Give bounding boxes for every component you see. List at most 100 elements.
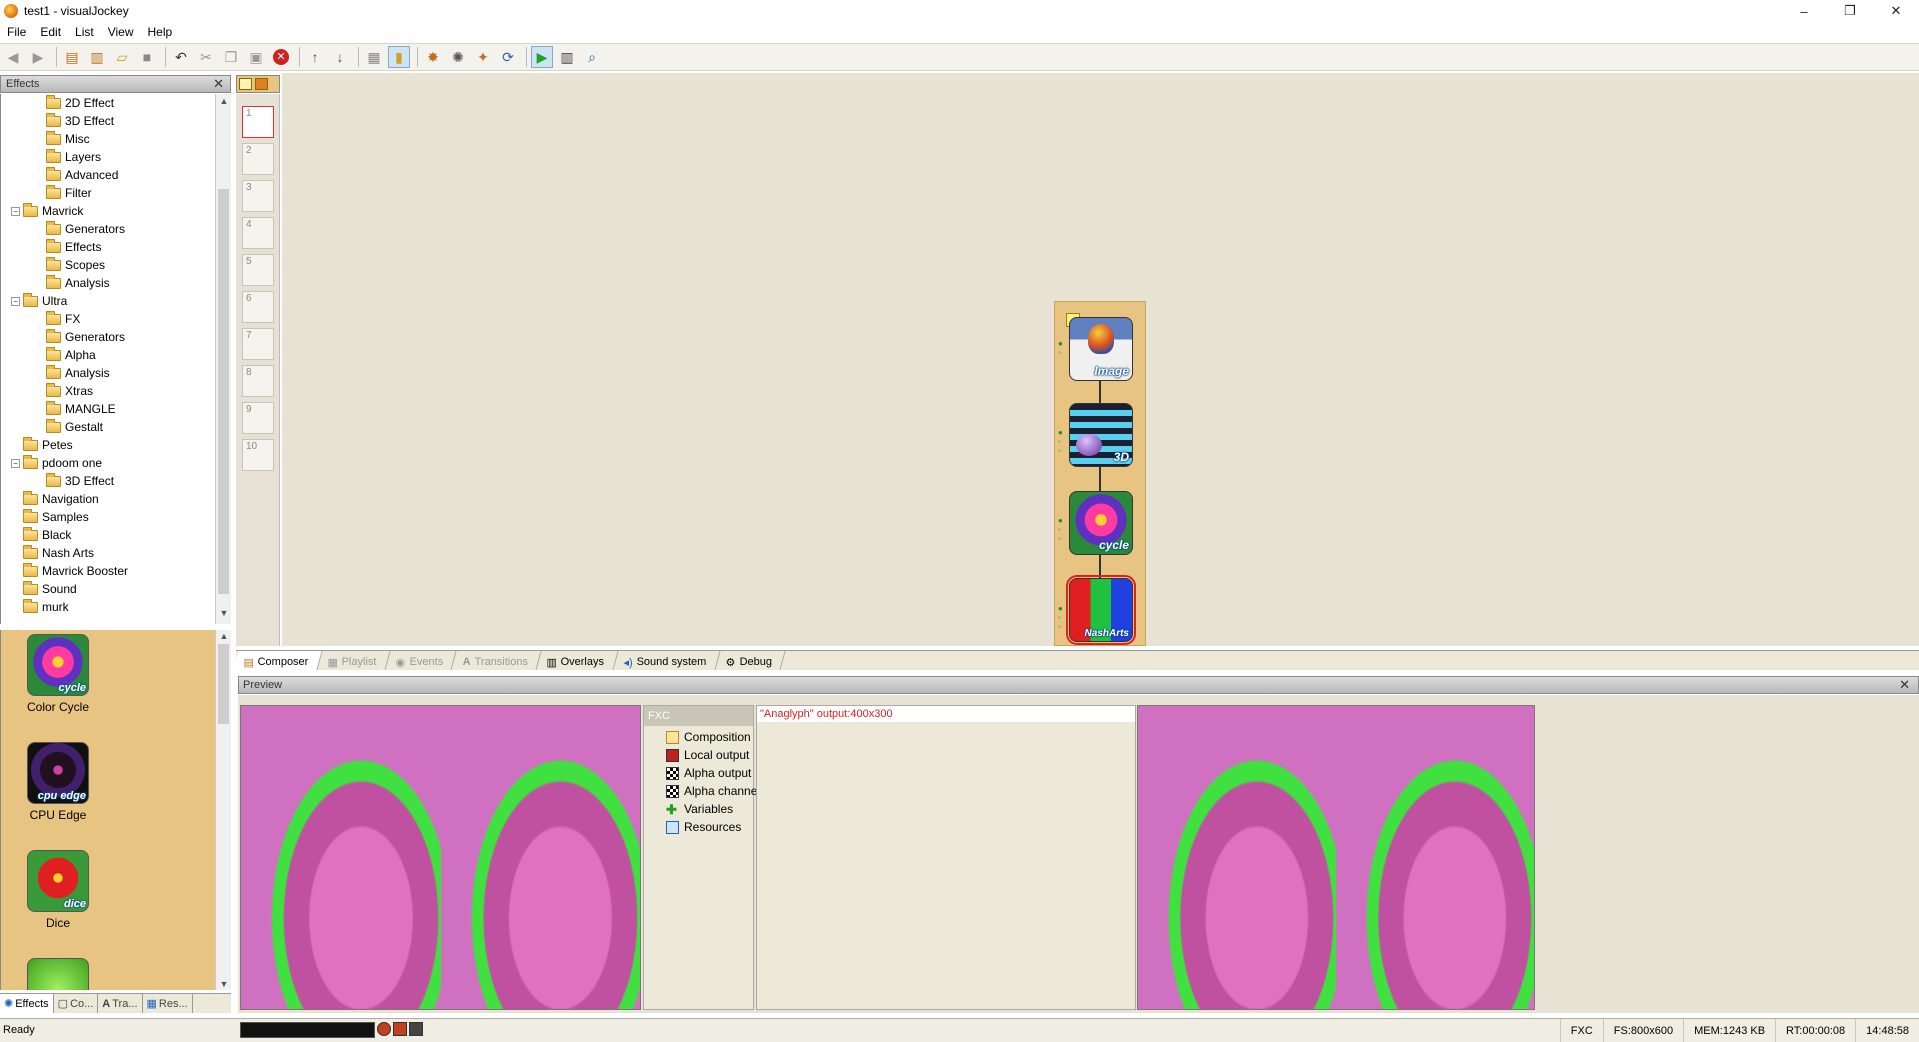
menu-help[interactable]: Help bbox=[141, 25, 180, 39]
properties-icon[interactable]: ▦ bbox=[363, 46, 385, 68]
effect-wizard-icon[interactable]: ✦ bbox=[472, 46, 494, 68]
minimize-button[interactable]: – bbox=[1781, 0, 1827, 22]
fxc-item-variables[interactable]: ✚ Variables bbox=[666, 800, 733, 818]
new-icon[interactable]: ▤ bbox=[61, 46, 83, 68]
layer-slot[interactable]: 3 bbox=[242, 180, 274, 212]
monitor-icon[interactable] bbox=[409, 1022, 423, 1036]
tab-events[interactable]: ◉ Events bbox=[385, 651, 458, 670]
fxc-item-composition[interactable]: Composition bbox=[666, 728, 751, 746]
tree-item[interactable]: Effects bbox=[46, 238, 101, 256]
tab-compositions[interactable]: ▢ Co... bbox=[54, 994, 99, 1013]
tree-item[interactable]: Analysis bbox=[46, 274, 110, 292]
tab-playlist[interactable]: ▦ Playlist bbox=[317, 651, 391, 670]
scroll-up-icon[interactable]: ▲ bbox=[216, 96, 232, 110]
tab-debug[interactable]: ⚙ Debug bbox=[715, 651, 786, 670]
tree-item[interactable]: Samples bbox=[11, 508, 89, 526]
tree-item[interactable]: Advanced bbox=[46, 166, 118, 184]
layer-slot[interactable]: 8 bbox=[242, 365, 274, 397]
effect-settings-icon[interactable]: ✸ bbox=[422, 46, 444, 68]
tree-item[interactable]: Analysis bbox=[46, 364, 110, 382]
tree-item[interactable]: Misc bbox=[46, 130, 90, 148]
strip-toggle-icon[interactable] bbox=[255, 78, 268, 90]
menu-view[interactable]: View bbox=[101, 25, 141, 39]
layer-slot[interactable]: 10 bbox=[242, 439, 274, 471]
close-icon[interactable]: ✕ bbox=[213, 76, 224, 92]
search-icon[interactable]: ⌕ bbox=[581, 46, 603, 68]
node-cycle[interactable]: cycle bbox=[1069, 491, 1133, 555]
play-icon[interactable]: ▶ bbox=[531, 46, 553, 68]
effects-tree-scrollbar[interactable]: ▲ ▼ bbox=[215, 94, 231, 624]
tree-item[interactable]: Alpha bbox=[46, 346, 96, 364]
thumbnail-cpu-edge[interactable]: cpu edge CPU Edge bbox=[15, 742, 101, 822]
new-template-icon[interactable]: ▥ bbox=[86, 46, 108, 68]
tab-overlays[interactable]: ▥ Overlays bbox=[536, 651, 619, 670]
close-icon[interactable]: ✕ bbox=[1899, 677, 1910, 693]
node-nasharts[interactable]: NashArts bbox=[1066, 575, 1136, 645]
layer-slot[interactable]: 9 bbox=[242, 402, 274, 434]
refresh-icon[interactable]: ⟳ bbox=[497, 46, 519, 68]
menu-edit[interactable]: Edit bbox=[33, 25, 68, 39]
tree-item[interactable]: Generators bbox=[46, 328, 125, 346]
tree-item[interactable]: Scopes bbox=[46, 256, 105, 274]
tree-item[interactable]: MANGLE bbox=[46, 400, 116, 418]
notes-icon[interactable]: ▮ bbox=[388, 46, 410, 68]
layer-slot[interactable]: 7 bbox=[242, 328, 274, 360]
layer-slot[interactable]: 4 bbox=[242, 217, 274, 249]
collapse-icon[interactable]: − bbox=[11, 206, 20, 216]
fxc-item-alpha-output[interactable]: Alpha output bbox=[666, 764, 751, 782]
tree-item[interactable]: Navigation bbox=[11, 490, 99, 508]
tab-transitions[interactable]: A Transitions bbox=[452, 651, 542, 670]
paste-icon[interactable]: ▣ bbox=[245, 46, 267, 68]
delete-icon[interactable]: ✕ bbox=[270, 46, 292, 68]
cut-icon[interactable]: ✂ bbox=[195, 46, 217, 68]
menu-list[interactable]: List bbox=[68, 25, 101, 39]
tree-item[interactable]: − Ultra bbox=[11, 292, 67, 310]
layer-slot[interactable]: 2 bbox=[242, 143, 274, 175]
effect-status-icon[interactable] bbox=[393, 1022, 407, 1036]
move-down-icon[interactable]: ↓ bbox=[329, 46, 351, 68]
thumbnail-dice[interactable]: dice Dice bbox=[15, 850, 101, 930]
scroll-up-icon[interactable]: ▲ bbox=[216, 631, 232, 641]
menu-file[interactable]: File bbox=[0, 25, 33, 39]
filmstrip-icon[interactable]: ▥ bbox=[556, 46, 578, 68]
effect-tools-icon[interactable]: ✺ bbox=[447, 46, 469, 68]
copy-icon[interactable]: ❐ bbox=[220, 46, 242, 68]
layer-slot[interactable]: 5 bbox=[242, 254, 274, 286]
tree-item[interactable]: Generators bbox=[46, 220, 125, 238]
tab-composer[interactable]: ▤ Composer bbox=[233, 651, 323, 670]
maximize-button[interactable]: ❐ bbox=[1827, 0, 1873, 22]
note-icon[interactable] bbox=[239, 78, 252, 90]
back-icon[interactable]: ◀ bbox=[2, 46, 24, 68]
tree-item[interactable]: Layers bbox=[46, 148, 101, 166]
scroll-down-icon[interactable]: ▼ bbox=[216, 608, 232, 622]
tab-transitions[interactable]: A Tra... bbox=[98, 994, 143, 1013]
layer-slot[interactable]: 6 bbox=[242, 291, 274, 323]
save-icon[interactable]: ■ bbox=[136, 46, 158, 68]
thumbnail-partial[interactable] bbox=[15, 958, 101, 990]
close-button[interactable]: ✕ bbox=[1873, 0, 1919, 22]
collapse-icon[interactable]: − bbox=[11, 296, 20, 306]
scroll-down-icon[interactable]: ▼ bbox=[216, 979, 232, 989]
tree-item[interactable]: Nash Arts bbox=[11, 544, 94, 562]
tree-item[interactable]: Gestalt bbox=[46, 418, 103, 436]
scrollbar-thumb[interactable] bbox=[218, 644, 229, 724]
tree-item[interactable]: − pdoom one bbox=[11, 454, 102, 472]
tab-effects[interactable]: ✺ Effects bbox=[0, 994, 54, 1013]
tree-item[interactable]: FX bbox=[46, 310, 80, 328]
thumbnails-scrollbar[interactable]: ▲ ▼ bbox=[215, 630, 231, 990]
tree-item[interactable]: − Mavrick bbox=[11, 202, 83, 220]
record-icon[interactable] bbox=[377, 1022, 391, 1036]
collapse-icon[interactable]: − bbox=[11, 458, 20, 468]
fxc-item-alpha-channel[interactable]: Alpha channel bbox=[666, 782, 760, 800]
scrollbar-thumb[interactable] bbox=[218, 189, 229, 594]
open-icon[interactable]: ▱ bbox=[111, 46, 133, 68]
tree-item[interactable]: Sound bbox=[11, 580, 77, 598]
tab-resources[interactable]: ▦ Res... bbox=[143, 994, 193, 1013]
tree-item[interactable]: 3D Effect bbox=[46, 472, 114, 490]
undo-icon[interactable]: ↶ bbox=[170, 46, 192, 68]
tree-item[interactable]: Mavrick Booster bbox=[11, 562, 128, 580]
tree-item[interactable]: 2D Effect bbox=[46, 94, 114, 112]
thumbnail-color-cycle[interactable]: cycle Color Cycle bbox=[15, 634, 101, 714]
forward-icon[interactable]: ▶ bbox=[27, 46, 49, 68]
tab-sound-system[interactable]: ◂) Sound system bbox=[613, 651, 721, 670]
